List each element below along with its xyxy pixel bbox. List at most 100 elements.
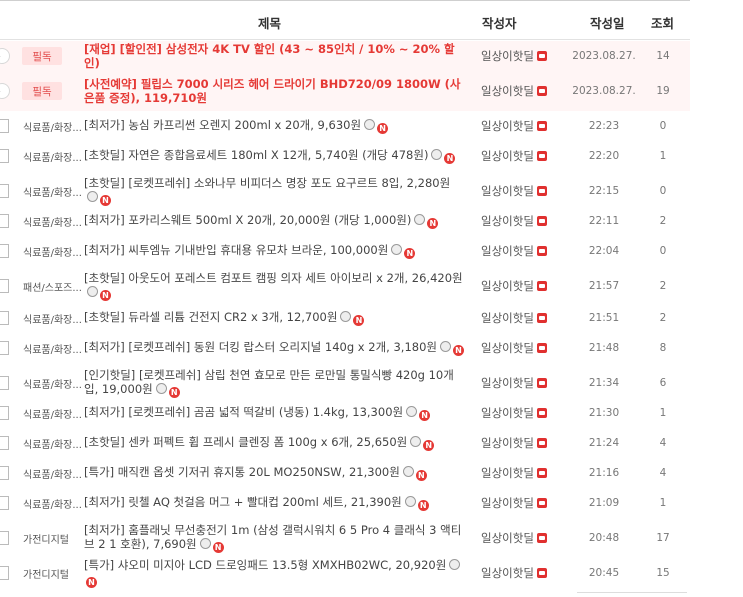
row-checkbox[interactable]	[0, 341, 9, 355]
post-subject-link[interactable]: [초핫딜] 아웃도어 포레스트 컴포트 캠핑 의자 세트 아이보리 x 2개, …	[84, 266, 464, 306]
post-author[interactable]: 일상이핫딜	[481, 303, 571, 333]
row-checkbox[interactable]	[0, 406, 9, 420]
row-checkbox[interactable]	[0, 311, 9, 325]
post-category[interactable]: 식료품/화장...	[23, 236, 81, 266]
table-row[interactable]: 식료품/화장... [최저가] 릿첼 AQ 첫걸음 머그 + 빨대컵 200ml…	[0, 488, 690, 518]
post-author[interactable]: 일상이핫딜	[481, 428, 571, 458]
row-checkbox[interactable]	[0, 214, 9, 228]
post-category[interactable]: 식료품/화장...	[23, 333, 81, 363]
post-views: 4	[659, 467, 667, 479]
post-category[interactable]: 패션/스포즈...	[23, 266, 81, 306]
post-subject-link[interactable]: [최저가] [로켓프레쉬] 곰곰 넓적 떡갈비 (냉동) 1.4kg, 13,3…	[84, 398, 464, 428]
table-row[interactable]: 식료품/화장... [최저가] 농심 카프리썬 오렌지 200ml x 20개,…	[0, 111, 690, 141]
row-checkbox[interactable]	[0, 496, 9, 510]
post-author[interactable]: 일상이핫딜	[481, 41, 571, 71]
post-author[interactable]: 일상이핫딜	[481, 488, 571, 518]
post-author[interactable]: 일상이핫딜	[481, 558, 571, 588]
post-subject-link[interactable]: [사전예약] 필립스 7000 시리즈 헤어 드라이기 BHD720/09 18…	[84, 71, 464, 111]
table-row[interactable]: 식료품/화장... [최저가] [로켓프레쉬] 곰곰 넓적 떡갈비 (냉동) 1…	[0, 398, 690, 428]
row-checkbox[interactable]	[0, 149, 9, 163]
post-category[interactable]: 식료품/화장...	[23, 141, 81, 171]
row-checkbox[interactable]	[0, 279, 9, 293]
post-subject-link[interactable]: [인기핫딜] [로켓프레쉬] 삼립 천연 효모로 만든 로만밀 통밀식빵 420…	[84, 363, 464, 403]
row-checkbox[interactable]	[0, 184, 9, 198]
post-subject-link[interactable]: [특가] 샤오미 미지아 LCD 드로잉패드 13.5형 XMXHB02WC, …	[84, 558, 464, 588]
post-author[interactable]: 일상이핫딜	[481, 141, 571, 171]
table-row[interactable]: 가전디지털 [특가] 샤오미 미지아 LCD 드로잉패드 13.5형 XMXHB…	[0, 558, 690, 588]
table-row[interactable]: 식료품/화장... [초핫딜] 센카 퍼펙트 휩 프레시 클렌징 폼 100g …	[0, 428, 690, 458]
image-attached-icon	[340, 311, 352, 322]
post-category[interactable]: 가전디지털	[23, 518, 81, 558]
post-subject-link[interactable]: [초핫딜] 센카 퍼펙트 휩 프레시 클렌징 폼 100g x 6개, 25,6…	[84, 428, 464, 458]
post-views: 2	[659, 312, 667, 324]
post-subject-link[interactable]: [최저가] 농심 카프리썬 오렌지 200ml x 20개, 9,630원 N	[84, 111, 464, 141]
row-checkbox[interactable]	[0, 436, 9, 450]
post-subject-link[interactable]: [초핫딜] 듀라셀 리튬 건전지 CR2 x 3개, 12,700원 N	[84, 303, 464, 333]
post-category[interactable]: 식료품/화장...	[23, 458, 81, 488]
post-author[interactable]: 일상이핫딜	[481, 111, 571, 141]
post-subject-link[interactable]: [최저가] 씨투엠뉴 기내반입 휴대용 유모차 브라운, 100,000원 N	[84, 236, 464, 266]
new-post-icon: N	[417, 500, 429, 511]
post-subject-link[interactable]: [특가] 매직캔 옵셋 기저귀 휴지통 20L MO250NSW, 21,300…	[84, 458, 464, 488]
post-subject-link[interactable]: [최저가] 홈플래닛 무선충전기 1m (삼성 갤럭시워치 6 5 Pro 4 …	[84, 518, 464, 558]
post-author[interactable]: 일상이핫딜	[481, 398, 571, 428]
table-row[interactable]: 식료품/화장... [인기핫딜] [로켓프레쉬] 삼립 천연 효모로 만든 로만…	[0, 363, 690, 403]
row-checkbox[interactable]	[0, 119, 9, 133]
row-checkbox[interactable]	[0, 466, 9, 480]
row-checkbox[interactable]	[0, 531, 9, 545]
post-author[interactable]: 일상이핫딜	[481, 236, 571, 266]
post-subject-link[interactable]: [최저가] 릿첼 AQ 첫걸음 머그 + 빨대컵 200ml 세트, 21,39…	[84, 488, 464, 518]
post-category[interactable]: 가전디지털	[23, 558, 81, 588]
notice-row[interactable]: – 필독 [사전예약] 필립스 7000 시리즈 헤어 드라이기 BHD720/…	[0, 71, 690, 111]
post-author[interactable]: 일상이핫딜	[481, 206, 571, 236]
row-checkbox[interactable]	[0, 376, 9, 390]
post-category[interactable]: 식료품/화장...	[23, 111, 81, 141]
collapse-icon[interactable]: –	[0, 48, 10, 64]
table-row[interactable]: 패션/스포즈... [초핫딜] 아웃도어 포레스트 컴포트 캠핑 의자 세트 아…	[0, 266, 690, 306]
table-row[interactable]: 식료품/화장... [초핫딜] [로켓프레쉬] 소와나무 비피더스 명장 포도 …	[0, 171, 690, 211]
table-row[interactable]: 식료품/화장... [최저가] 포카리스웨트 500ml X 20개, 20,0…	[0, 206, 690, 236]
post-date: 20:45	[588, 567, 620, 579]
post-views: 8	[659, 342, 667, 354]
post-author[interactable]: 일상이핫딜	[481, 458, 571, 488]
table-row[interactable]: 식료품/화장... [초핫딜] 자연은 종합음료세트 180ml X 12개, …	[0, 141, 690, 171]
post-author[interactable]: 일상이핫딜	[481, 333, 571, 363]
post-category[interactable]: 식료품/화장...	[23, 303, 81, 333]
row-checkbox[interactable]	[0, 566, 9, 580]
post-category[interactable]: 식료품/화장...	[23, 363, 81, 403]
table-row[interactable]: 식료품/화장... [최저가] [로켓프레쉬] 동원 더킹 랍스터 오리지널 1…	[0, 333, 690, 363]
post-subject-link[interactable]: [최저가] [로켓프레쉬] 동원 더킹 랍스터 오리지널 140g x 2개, …	[84, 333, 464, 363]
table-row[interactable]: 식료품/화장... [최저가] 씨투엠뉴 기내반입 휴대용 유모차 브라운, 1…	[0, 236, 690, 266]
post-subject-link[interactable]: [재업] [할인전] 삼성전자 4K TV 할인 (43 ~ 85인치 / 10…	[84, 41, 464, 71]
table-row[interactable]: 가전디지털 [최저가] 홈플래닛 무선충전기 1m (삼성 갤럭시워치 6 5 …	[0, 518, 690, 558]
post-subject-link[interactable]: [초핫딜] 자연은 종합음료세트 180ml X 12개, 5,740원 (개당…	[84, 141, 464, 171]
post-author[interactable]: 일상이핫딜	[481, 266, 571, 306]
new-post-icon: N	[212, 542, 224, 553]
post-category[interactable]: 식료품/화장...	[23, 171, 81, 211]
post-category[interactable]: 식료품/화장...	[23, 206, 81, 236]
table-row[interactable]: 식료품/화장... [초핫딜] 듀라셀 리튬 건전지 CR2 x 3개, 12,…	[0, 303, 690, 333]
post-date: 22:04	[588, 245, 620, 257]
post-date: 22:23	[588, 120, 620, 132]
post-date: 21:24	[588, 437, 620, 449]
member-level-icon	[536, 246, 547, 256]
image-attached-icon	[402, 466, 414, 477]
image-attached-icon	[391, 244, 403, 255]
post-subject-link[interactable]: [초핫딜] [로켓프레쉬] 소와나무 비피더스 명장 포도 요구르트 8입, 2…	[84, 171, 464, 211]
collapse-icon[interactable]: –	[0, 83, 10, 99]
row-checkbox[interactable]	[0, 244, 9, 258]
post-category[interactable]: 식료품/화장...	[23, 428, 81, 458]
post-views: 1	[659, 150, 667, 162]
table-row[interactable]: 식료품/화장... [특가] 매직캔 옵셋 기저귀 휴지통 20L MO250N…	[0, 458, 690, 488]
post-views: 15	[656, 567, 670, 579]
post-category[interactable]: 식료품/화장...	[23, 488, 81, 518]
post-subject-link[interactable]: [최저가] 포카리스웨트 500ml X 20개, 20,000원 (개당 1,…	[84, 206, 464, 236]
notice-row[interactable]: – 필독 [재업] [할인전] 삼성전자 4K TV 할인 (43 ~ 85인치…	[0, 41, 690, 71]
post-author[interactable]: 일상이핫딜	[481, 518, 571, 558]
post-author[interactable]: 일상이핫딜	[481, 171, 571, 211]
post-author[interactable]: 일상이핫딜	[481, 71, 571, 111]
image-attached-icon	[364, 119, 376, 130]
post-views: 1	[659, 497, 667, 509]
post-category[interactable]: 식료품/화장...	[23, 398, 81, 428]
post-author[interactable]: 일상이핫딜	[481, 363, 571, 403]
